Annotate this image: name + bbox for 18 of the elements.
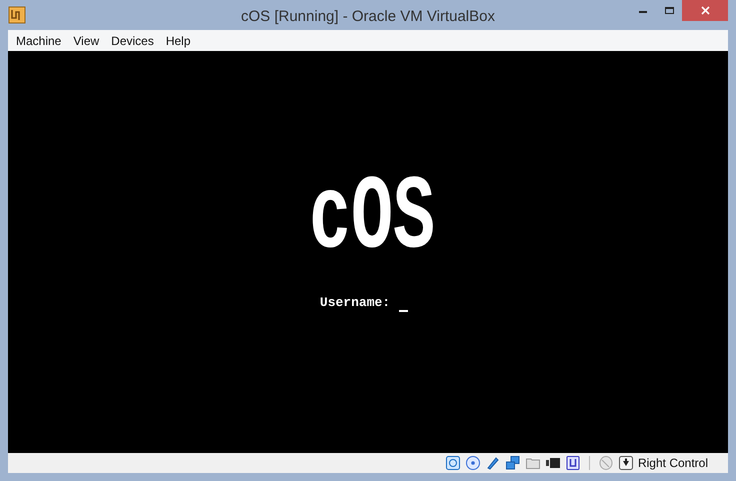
username-prompt: Username: (320, 294, 390, 312)
camera-icon[interactable] (544, 455, 561, 471)
usb-pen-icon[interactable] (484, 455, 501, 471)
close-button[interactable] (682, 0, 728, 21)
optical-disc-icon[interactable] (464, 455, 481, 471)
chip-icon[interactable] (564, 455, 581, 471)
host-key-label: Right Control (638, 455, 708, 472)
down-arrow-key-icon[interactable] (618, 455, 634, 471)
network-icon[interactable] (504, 455, 521, 471)
close-icon (700, 6, 710, 15)
menu-item[interactable]: View (69, 32, 104, 50)
window-title: cOS [Running] - Oracle VM VirtualBox (241, 7, 495, 27)
menu-item[interactable]: Devices (107, 32, 158, 50)
menu-item[interactable]: Machine (12, 32, 66, 50)
os-logo: cOS (308, 161, 436, 281)
text-cursor (399, 310, 408, 312)
menu-item[interactable]: Help (162, 32, 195, 50)
app-icon (8, 6, 26, 24)
